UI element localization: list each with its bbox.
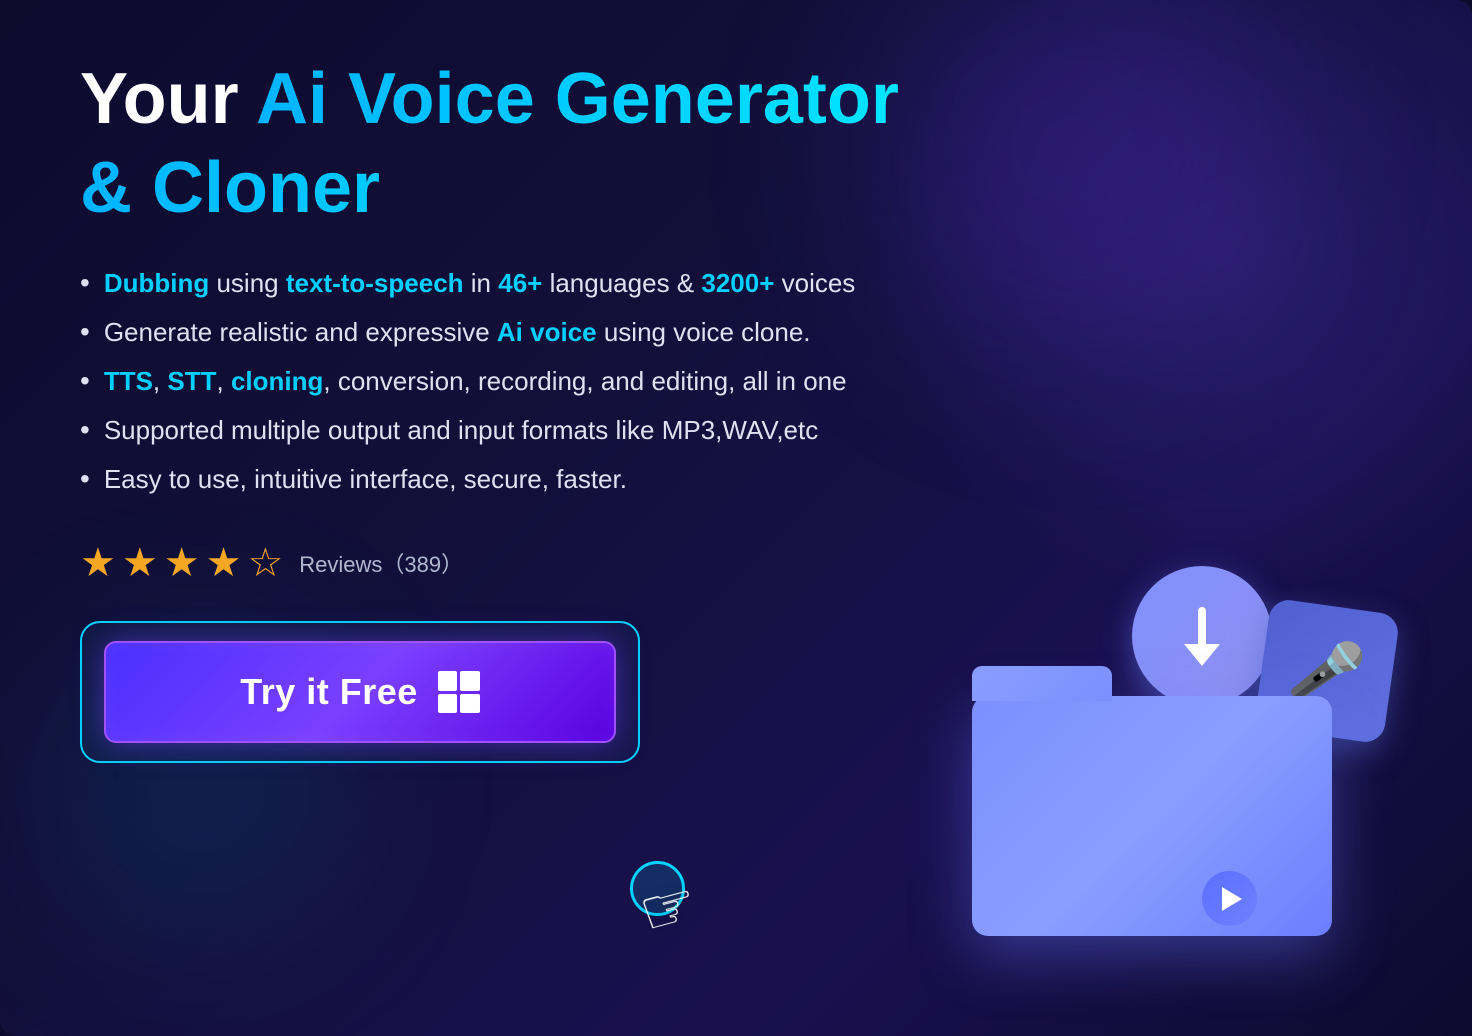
feature-highlight: text-to-speech	[286, 268, 464, 298]
star-2: ★	[122, 540, 158, 586]
title-prefix: Your	[80, 59, 256, 139]
star-rating: ★ ★ ★ ★ ☆	[80, 540, 283, 586]
feature-item-4: Supported multiple output and input form…	[80, 415, 1392, 446]
feature-highlight: cloning	[231, 366, 323, 396]
cta-outer-box: Try it Free	[80, 621, 640, 763]
feature-highlight: STT	[167, 366, 216, 396]
hand-pointer-icon: ☞	[631, 865, 706, 952]
try-it-free-button[interactable]: Try it Free	[104, 641, 616, 743]
win-square-3	[438, 694, 458, 714]
feature-highlight: TTS	[104, 366, 153, 396]
feature-text-3: TTS, STT, cloning, conversion, recording…	[104, 366, 847, 397]
page-background: Your Ai Voice Generator & Cloner Dubbing…	[0, 0, 1472, 1036]
reviews-text: Reviews（389）	[299, 547, 463, 579]
cursor-hand: ☞	[640, 871, 697, 946]
arrow-shaft	[1198, 607, 1206, 647]
feature-highlight: Dubbing	[104, 268, 209, 298]
star-4: ★	[206, 540, 242, 586]
star-1: ★	[80, 540, 116, 586]
feature-text-1: Dubbing using text-to-speech in 46+ lang…	[104, 268, 856, 299]
arrow-head	[1184, 644, 1220, 666]
feature-item-5: Easy to use, intuitive interface, secure…	[80, 464, 1392, 495]
feature-item-2: Generate realistic and expressive Ai voi…	[80, 317, 1392, 348]
play-button-icon	[1202, 871, 1257, 926]
feature-item-1: Dubbing using text-to-speech in 46+ lang…	[80, 268, 1392, 299]
hero-illustration: 🎤	[912, 546, 1412, 996]
windows-icon	[438, 671, 480, 713]
feature-text-5: Easy to use, intuitive interface, secure…	[104, 464, 627, 495]
hero-title-line1: Your Ai Voice Generator	[80, 60, 1392, 139]
play-triangle	[1222, 887, 1242, 911]
feature-highlight: Ai voice	[497, 317, 597, 347]
folder-illustration	[972, 696, 1332, 936]
star-3: ★	[164, 540, 200, 586]
feature-highlight: 46+	[498, 268, 542, 298]
feature-text-2: Generate realistic and expressive Ai voi…	[104, 317, 811, 348]
cta-button-label: Try it Free	[240, 671, 418, 713]
hero-title-section: Your Ai Voice Generator & Cloner	[80, 60, 1392, 228]
hero-title-line2: & Cloner	[80, 149, 1392, 228]
win-square-4	[460, 694, 480, 714]
win-square-1	[438, 671, 458, 691]
folder-tab	[972, 666, 1112, 701]
feature-item-3: TTS, STT, cloning, conversion, recording…	[80, 366, 1392, 397]
download-arrow-icon	[1184, 607, 1220, 666]
star-5-half: ☆	[247, 540, 283, 586]
win-square-2	[460, 671, 480, 691]
feature-highlight: 3200+	[701, 268, 774, 298]
download-circle-icon	[1132, 566, 1272, 706]
feature-text-4: Supported multiple output and input form…	[104, 415, 818, 446]
title-accent: Ai Voice Generator	[256, 59, 899, 139]
features-list: Dubbing using text-to-speech in 46+ lang…	[80, 268, 1392, 495]
